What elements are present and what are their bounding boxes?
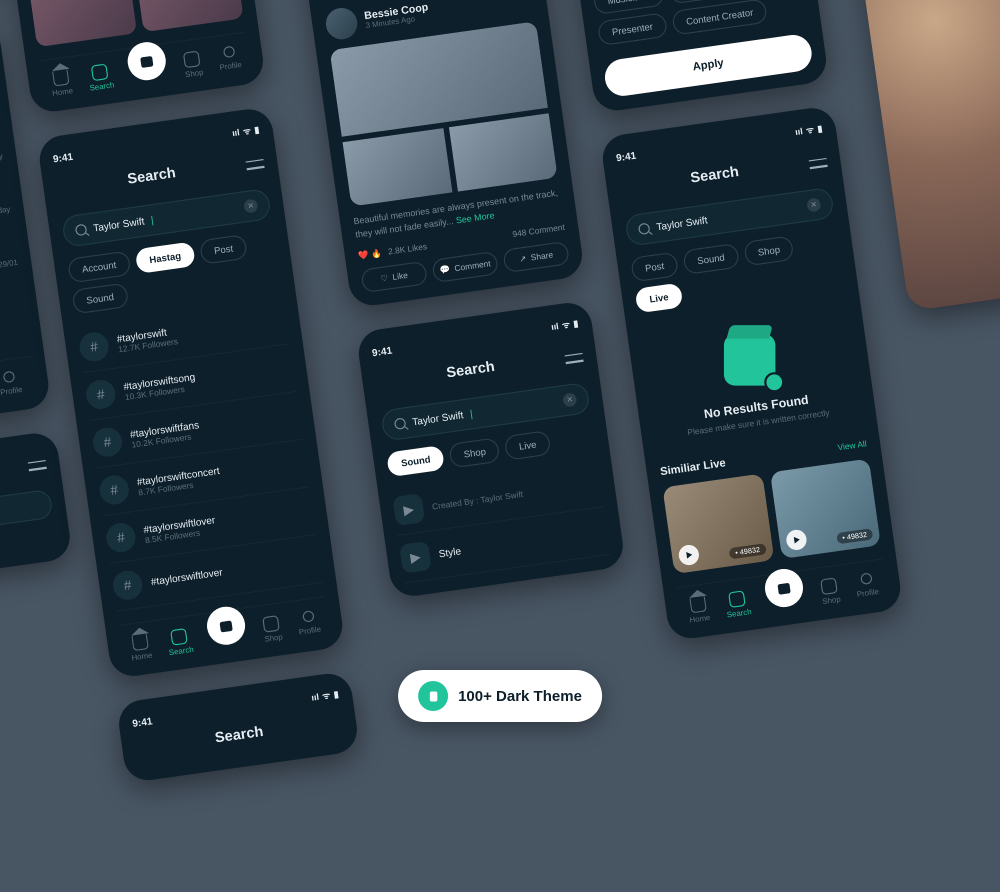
- comment-button[interactable]: 💬 Comment: [431, 251, 499, 283]
- clear-icon[interactable]: ✕: [562, 392, 577, 407]
- search-no-results-screen: 9:41ıılᯤ▮ Search Taylor Swift✕ Post Soun…: [600, 105, 904, 641]
- hash-icon: #: [98, 473, 131, 506]
- search-icon: [75, 224, 88, 237]
- hash-icon: #: [91, 426, 124, 459]
- tab-sound[interactable]: Sound: [682, 243, 739, 275]
- tab-sound[interactable]: Sound: [386, 445, 445, 477]
- live-card[interactable]: • 49832: [662, 474, 773, 574]
- search-icon: [394, 417, 407, 430]
- nav-profile[interactable]: Profile: [854, 572, 880, 602]
- user-icon: [222, 46, 235, 59]
- home-icon: [689, 596, 707, 614]
- filter-icon[interactable]: [28, 458, 47, 472]
- fab-button[interactable]: [126, 40, 169, 83]
- filter-icon[interactable]: [245, 157, 264, 171]
- sound-cover: ▶: [399, 541, 432, 574]
- nav-home[interactable]: Home: [49, 69, 73, 99]
- nav-search[interactable]: Search: [87, 63, 115, 93]
- filter-icon[interactable]: [564, 351, 583, 365]
- grid-image[interactable]: [134, 0, 244, 32]
- home-icon: [131, 634, 149, 652]
- hash-icon: #: [78, 330, 111, 363]
- tab-sound[interactable]: Sound: [71, 282, 128, 314]
- tab-live[interactable]: Live: [635, 283, 684, 314]
- search-icon: [728, 590, 746, 608]
- post-gallery[interactable]: [330, 21, 558, 206]
- live-grid: • 49832 • 49832: [662, 459, 880, 575]
- chip-presenter[interactable]: Presenter: [597, 12, 668, 46]
- filter-icon[interactable]: [808, 156, 827, 170]
- live-card[interactable]: • 49832: [769, 459, 880, 559]
- tab-account[interactable]: Account: [67, 250, 131, 283]
- hash-icon: #: [111, 569, 144, 602]
- share-button[interactable]: ↗ Share: [502, 241, 570, 273]
- tab-shop[interactable]: Shop: [743, 235, 795, 266]
- nav-profile[interactable]: Profile: [217, 45, 243, 75]
- fab-button[interactable]: [205, 604, 248, 647]
- play-icon: [677, 544, 700, 567]
- search-hashtag-screen: 9:41ıılᯤ▮ Search Taylor Swift|✕ Account …: [37, 106, 346, 679]
- tab-post[interactable]: Post: [199, 234, 248, 265]
- nav-search[interactable]: Search: [166, 627, 194, 657]
- tab-live[interactable]: Live: [504, 430, 551, 461]
- search-sound-screen-header: 9:41ıılᯤ▮ Search: [116, 671, 360, 784]
- user-icon: [302, 610, 315, 623]
- avatar[interactable]: [324, 6, 359, 41]
- play-icon: [785, 529, 808, 552]
- sound-cover: ▶: [392, 493, 425, 526]
- search-sound-screen: 9:41ıılᯤ▮ Search Taylor Swift|✕ Sound Sh…: [356, 300, 626, 599]
- nav-shop[interactable]: Shop: [182, 50, 204, 79]
- nav-search[interactable]: Search: [724, 590, 752, 620]
- grid-image[interactable]: ▶: [27, 0, 137, 47]
- see-more[interactable]: See More: [455, 210, 495, 225]
- status-time: 9:41: [52, 150, 74, 164]
- hashtag-list: ##taylorswift12.7K Followers ##taylorswi…: [76, 297, 323, 612]
- bag-icon: [821, 577, 839, 595]
- nav-profile[interactable]: Profile: [0, 370, 23, 400]
- new-story-screen: 9:41ıılᯤ▮ ✕ New Story ▦ Posting: [854, 0, 1000, 311]
- like-button[interactable]: ♡ Like: [360, 261, 428, 293]
- nav-shop[interactable]: Shop: [261, 615, 283, 644]
- story-canvas[interactable]: 9:41ıılᯤ▮ ✕ New Story ▦ Posting: [854, 0, 1000, 311]
- user-icon: [860, 572, 873, 585]
- feed-post: Bessie Coop3 Minutes Ago ⋯ Beautiful mem…: [324, 0, 570, 293]
- bag-icon: [183, 50, 201, 68]
- empty-box-icon: [724, 334, 776, 386]
- status-icons: ıılᯤ▮: [231, 124, 260, 140]
- fab-button[interactable]: [763, 566, 806, 609]
- hash-icon: #: [84, 378, 117, 411]
- search-icon: [91, 63, 109, 81]
- bottom-nav: Search Shop Profile: [0, 356, 36, 424]
- filter-screen: Recommended Date 04 January 2023 - 25 Ja…: [553, 0, 829, 113]
- nav-shop[interactable]: Shop: [819, 577, 841, 606]
- badge-icon: [418, 681, 448, 711]
- search-icon: [638, 222, 651, 235]
- view-all-link[interactable]: View All: [837, 439, 867, 453]
- hash-icon: #: [104, 521, 137, 554]
- tab-shop[interactable]: Shop: [449, 437, 501, 468]
- more-icon[interactable]: ⋯: [518, 0, 533, 6]
- message-screen: Message Search... Request: [0, 430, 73, 590]
- empty-state: No Results Found Please make sure it is …: [640, 295, 865, 455]
- nav-profile[interactable]: Profile: [296, 609, 322, 639]
- theme-badge: 100+ Dark Theme: [398, 670, 602, 722]
- user-icon: [3, 371, 16, 384]
- clear-icon[interactable]: ✕: [806, 197, 821, 212]
- clear-icon[interactable]: ✕: [243, 198, 258, 213]
- nav-home[interactable]: Home: [686, 595, 710, 625]
- home-feed-screen: 9:41ıılᯤ▮ ▶Hubline Post a new Status... …: [287, 0, 585, 308]
- apply-button[interactable]: Apply: [603, 33, 814, 99]
- explore-grid-screen: ▣ ▶ Home Search Shop Profile: [1, 0, 266, 114]
- nav-home[interactable]: Home: [129, 633, 153, 663]
- home-icon: [52, 69, 70, 87]
- tab-post[interactable]: Post: [630, 252, 679, 283]
- search-icon: [170, 628, 188, 646]
- tab-hastag[interactable]: Hastag: [134, 241, 195, 274]
- bag-icon: [263, 615, 281, 633]
- chip-content-creator[interactable]: Content Creator: [671, 0, 768, 36]
